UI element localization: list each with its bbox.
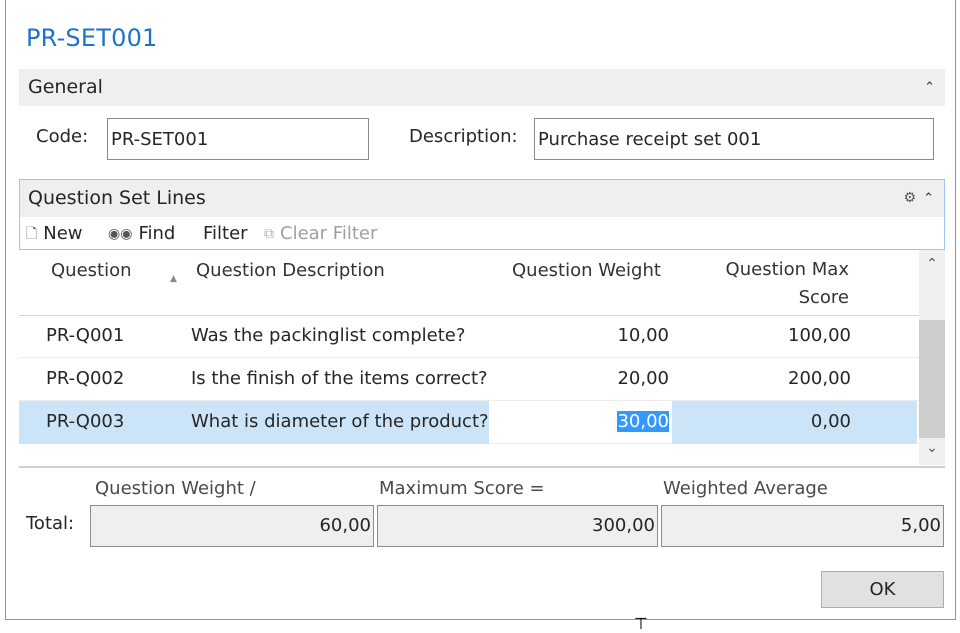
cell-weight-editing[interactable]: 30,00 xyxy=(539,401,669,443)
weighted-average-caption: Weighted Average xyxy=(663,478,828,499)
col-header-question[interactable]: Question xyxy=(51,260,132,281)
total-label: Total: xyxy=(26,513,75,534)
cell-description[interactable]: Was the packinglist complete? xyxy=(191,315,465,357)
cell-question[interactable]: PR-Q003 xyxy=(46,401,124,443)
scroll-down-icon[interactable]: ⌄ xyxy=(919,440,945,456)
vertical-scrollbar[interactable]: ⌃ ⌄ xyxy=(919,250,945,465)
filter-label: Filter xyxy=(203,223,248,244)
code-label: Code: xyxy=(36,126,89,147)
question-set-dialog: PR-SET001 General ⌃ Code: Description: Q… xyxy=(5,0,956,620)
weighted-average-field: 5,00 xyxy=(661,505,944,547)
code-input[interactable] xyxy=(107,118,369,160)
lines-section-header[interactable]: Question Set Lines ⚙ ⌃ xyxy=(20,180,944,217)
clear-filter-label: Clear Filter xyxy=(280,223,378,244)
clear-filter-button[interactable]: ⧉ Clear Filter xyxy=(264,220,377,248)
col-header-max-score[interactable]: Question Max Score xyxy=(719,256,849,312)
binoculars-icon: ◉◉ xyxy=(108,226,133,242)
page-title: PR-SET001 xyxy=(26,24,158,52)
scroll-up-icon[interactable]: ⌃ xyxy=(919,256,945,272)
table-row[interactable]: PR-Q002 Is the finish of the items corre… xyxy=(19,358,919,401)
new-label: New xyxy=(43,223,83,244)
clear-filter-icon: ⧉ xyxy=(264,226,274,242)
general-section-header[interactable]: General ⌃ xyxy=(19,69,945,106)
general-header-label: General xyxy=(28,76,103,98)
question-set-lines-part: Question Set Lines ⚙ ⌃ 🗋 New ◉◉ Find Fil… xyxy=(19,179,945,250)
table-row-selected[interactable]: PR-Q003 What is diameter of the product?… xyxy=(19,401,919,444)
find-button[interactable]: ◉◉ Find xyxy=(108,220,175,248)
selected-text[interactable]: 30,00 xyxy=(617,411,669,432)
lines-toolbar: 🗋 New ◉◉ Find Filter ⧉ Clear Filter xyxy=(20,220,944,248)
cell-description[interactable]: Is the finish of the items correct? xyxy=(191,358,488,400)
max-score-caption: Maximum Score = xyxy=(379,478,545,499)
new-button[interactable]: 🗋 New xyxy=(26,220,83,248)
cell-max-score[interactable]: 200,00 xyxy=(719,358,851,400)
col-header-weight[interactable]: Question Weight xyxy=(512,260,661,281)
cell-question[interactable]: PR-Q001 xyxy=(46,315,124,357)
collapse-chevron-icon[interactable]: ⌃ xyxy=(924,69,935,106)
new-document-icon: 🗋 xyxy=(26,226,38,242)
table-row[interactable]: PR-Q001 Was the packinglist complete? 10… xyxy=(19,315,919,358)
filter-button[interactable]: Filter xyxy=(203,220,248,248)
lines-header-label: Question Set Lines xyxy=(28,187,206,209)
text-cursor-icon: ⊤ xyxy=(634,614,648,633)
divider xyxy=(19,466,945,468)
find-label: Find xyxy=(138,223,176,244)
ok-button[interactable]: OK xyxy=(821,571,944,608)
grid-header: Question ▲ Question Description Question… xyxy=(19,250,919,316)
total-max-score-field: 300,00 xyxy=(377,505,658,547)
cell-weight[interactable]: 10,00 xyxy=(539,315,669,357)
gear-icon[interactable]: ⚙ xyxy=(903,180,916,217)
cell-description[interactable]: What is diameter of the product? xyxy=(191,401,489,443)
cell-max-score[interactable]: 0,00 xyxy=(719,401,851,443)
col-header-description[interactable]: Question Description xyxy=(196,260,385,281)
collapse-chevron-icon[interactable]: ⌃ xyxy=(923,180,934,217)
scrollbar-thumb[interactable] xyxy=(919,320,945,438)
col-header-max-score-line2: Score xyxy=(798,287,849,308)
total-weight-field: 60,00 xyxy=(90,505,374,547)
description-label: Description: xyxy=(409,126,518,147)
cell-weight[interactable]: 20,00 xyxy=(539,358,669,400)
col-header-max-score-line1: Question Max xyxy=(725,259,849,280)
cell-max-score[interactable]: 100,00 xyxy=(719,315,851,357)
weight-caption: Question Weight / xyxy=(95,478,256,499)
sort-ascending-icon: ▲ xyxy=(170,274,177,284)
description-input[interactable] xyxy=(534,118,934,160)
cell-question[interactable]: PR-Q002 xyxy=(46,358,124,400)
question-lines-grid: Question ▲ Question Description Question… xyxy=(19,250,945,465)
